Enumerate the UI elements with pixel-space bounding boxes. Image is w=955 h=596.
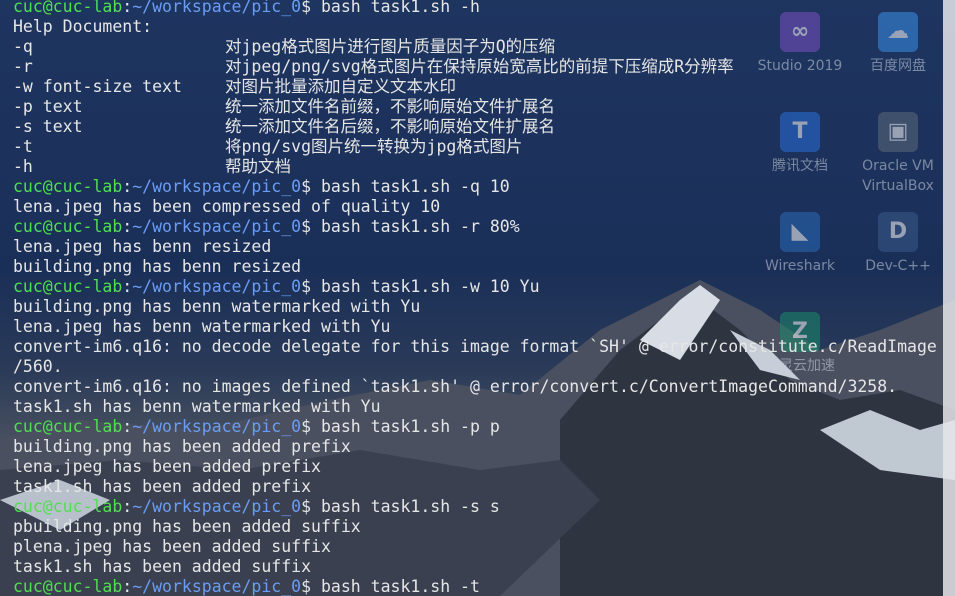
prompt-line: cuc@cuc-lab:~/workspace/pic_0$ bash task… xyxy=(13,417,953,437)
prompt-path: ~/workspace/pic_0 xyxy=(132,217,302,236)
help-row: -p text 统一添加文件名前缀，不影响原始文件扩展名 xyxy=(13,97,953,117)
help-option: -r xyxy=(13,57,33,76)
prompt-dollar: $ xyxy=(301,497,321,516)
command-text: bash task1.sh -p p xyxy=(320,417,500,436)
help-option: -p text xyxy=(13,97,83,116)
output-line: lena.jpeg has benn resized xyxy=(13,237,272,256)
help-option: -s text xyxy=(13,117,83,136)
prompt-path: ~/workspace/pic_0 xyxy=(132,417,302,436)
prompt-user-host: cuc@cuc-lab xyxy=(13,277,123,296)
help-description: 统一添加文件名前缀，不影响原始文件扩展名 xyxy=(225,97,555,116)
command-text: bash task1.sh -r 80% xyxy=(320,217,520,236)
prompt-path: ~/workspace/pic_0 xyxy=(132,497,302,516)
prompt-dollar: $ xyxy=(301,177,321,196)
prompt-colon: : xyxy=(122,217,133,236)
prompt-colon: : xyxy=(122,177,133,196)
command-text: bash task1.sh -h xyxy=(320,0,480,16)
help-description: 统一添加文件名后缀，不影响原始文件扩展名 xyxy=(225,117,555,136)
help-description: 对图片批量添加自定义文本水印 xyxy=(225,77,456,96)
output-line: convert-im6.q16: no images defined `task… xyxy=(13,377,898,396)
help-row: -r 对jpeg/png/svg格式图片在保持原始宽高比的前提下压缩成R分辨率 xyxy=(13,57,953,77)
prompt-line: cuc@cuc-lab:~/workspace/pic_0$ bash task… xyxy=(13,0,953,17)
prompt-dollar: $ xyxy=(301,577,321,596)
help-row: -t 将png/svg图片统一转换为jpg格式图片 xyxy=(13,137,953,157)
help-header: Help Document: xyxy=(13,17,153,36)
prompt-dollar: $ xyxy=(301,217,321,236)
command-text: bash task1.sh -w 10 Yu xyxy=(320,277,540,296)
prompt-user-host: cuc@cuc-lab xyxy=(13,417,123,436)
prompt-line: cuc@cuc-lab:~/workspace/pic_0$ bash task… xyxy=(13,177,953,197)
prompt-colon: : xyxy=(122,277,133,296)
prompt-dollar: $ xyxy=(301,417,321,436)
output-line: task1.sh has been added prefix xyxy=(13,477,312,496)
desktop-screen: ∞ Studio 2019 ☁ 百度网盘 T 腾讯文档 ▣ Oracle VM … xyxy=(0,0,955,596)
help-row: -w font-size text 对图片批量添加自定义文本水印 xyxy=(13,77,953,97)
help-row: -h 帮助文档 xyxy=(13,157,953,177)
output-line: building.png has been added prefix xyxy=(13,437,351,456)
prompt-user-host: cuc@cuc-lab xyxy=(13,577,123,596)
terminal-output[interactable]: cuc@cuc-lab:~/workspace/pic_0$ bash task… xyxy=(13,0,953,596)
help-description: 帮助文档 xyxy=(225,157,291,176)
prompt-colon: : xyxy=(122,0,133,16)
prompt-path: ~/workspace/pic_0 xyxy=(132,277,302,296)
prompt-user-host: cuc@cuc-lab xyxy=(13,0,123,16)
help-description: 对jpeg格式图片进行图片质量因子为Q的压缩 xyxy=(225,37,556,56)
output-line: task1.sh has been added suffix xyxy=(13,557,312,576)
output-line: pbuilding.png has been added suffix xyxy=(13,517,361,536)
prompt-line: cuc@cuc-lab:~/workspace/pic_0$ bash task… xyxy=(13,217,953,237)
help-option: -w font-size text xyxy=(13,77,182,96)
output-line: task1.sh has benn watermarked with Yu xyxy=(13,397,381,416)
prompt-colon: : xyxy=(122,497,133,516)
command-text: bash task1.sh -s s xyxy=(320,497,500,516)
prompt-user-host: cuc@cuc-lab xyxy=(13,217,123,236)
terminal-scrollbar[interactable] xyxy=(943,0,955,596)
prompt-colon: : xyxy=(122,577,133,596)
help-option: -q xyxy=(13,37,33,56)
output-line: plena.jpeg has been added suffix xyxy=(13,537,331,556)
command-text: bash task1.sh -q 10 xyxy=(320,177,510,196)
help-description: 对jpeg/png/svg格式图片在保持原始宽高比的前提下压缩成R分辨率 xyxy=(225,57,734,76)
prompt-line: cuc@cuc-lab:~/workspace/pic_0$ bash task… xyxy=(13,497,953,517)
help-description: 将png/svg图片统一转换为jpg格式图片 xyxy=(225,137,523,156)
output-line: lena.jpeg has been compressed of quality… xyxy=(13,197,441,216)
command-text: bash task1.sh -t xyxy=(320,577,480,596)
prompt-dollar: $ xyxy=(301,277,321,296)
prompt-line: cuc@cuc-lab:~/workspace/pic_0$ bash task… xyxy=(13,577,953,596)
prompt-path: ~/workspace/pic_0 xyxy=(132,177,302,196)
prompt-user-host: cuc@cuc-lab xyxy=(13,497,123,516)
output-line: lena.jpeg has been added prefix xyxy=(13,457,321,476)
prompt-path: ~/workspace/pic_0 xyxy=(132,0,302,16)
help-option: -h xyxy=(13,157,33,176)
prompt-dollar: $ xyxy=(301,0,321,16)
output-line: building.png has benn resized xyxy=(13,257,302,276)
output-line: building.png has benn watermarked with Y… xyxy=(13,297,421,316)
output-line: lena.jpeg has benn watermarked with Yu xyxy=(13,317,391,336)
help-row: -s text 统一添加文件名后缀，不影响原始文件扩展名 xyxy=(13,117,953,137)
help-option: -t xyxy=(13,137,33,156)
prompt-colon: : xyxy=(122,417,133,436)
prompt-line: cuc@cuc-lab:~/workspace/pic_0$ bash task… xyxy=(13,277,953,297)
output-line: /560. xyxy=(13,357,63,376)
help-row: -q 对jpeg格式图片进行图片质量因子为Q的压缩 xyxy=(13,37,953,57)
prompt-user-host: cuc@cuc-lab xyxy=(13,177,123,196)
output-line: convert-im6.q16: no decode delegate for … xyxy=(13,337,937,356)
prompt-path: ~/workspace/pic_0 xyxy=(132,577,302,596)
